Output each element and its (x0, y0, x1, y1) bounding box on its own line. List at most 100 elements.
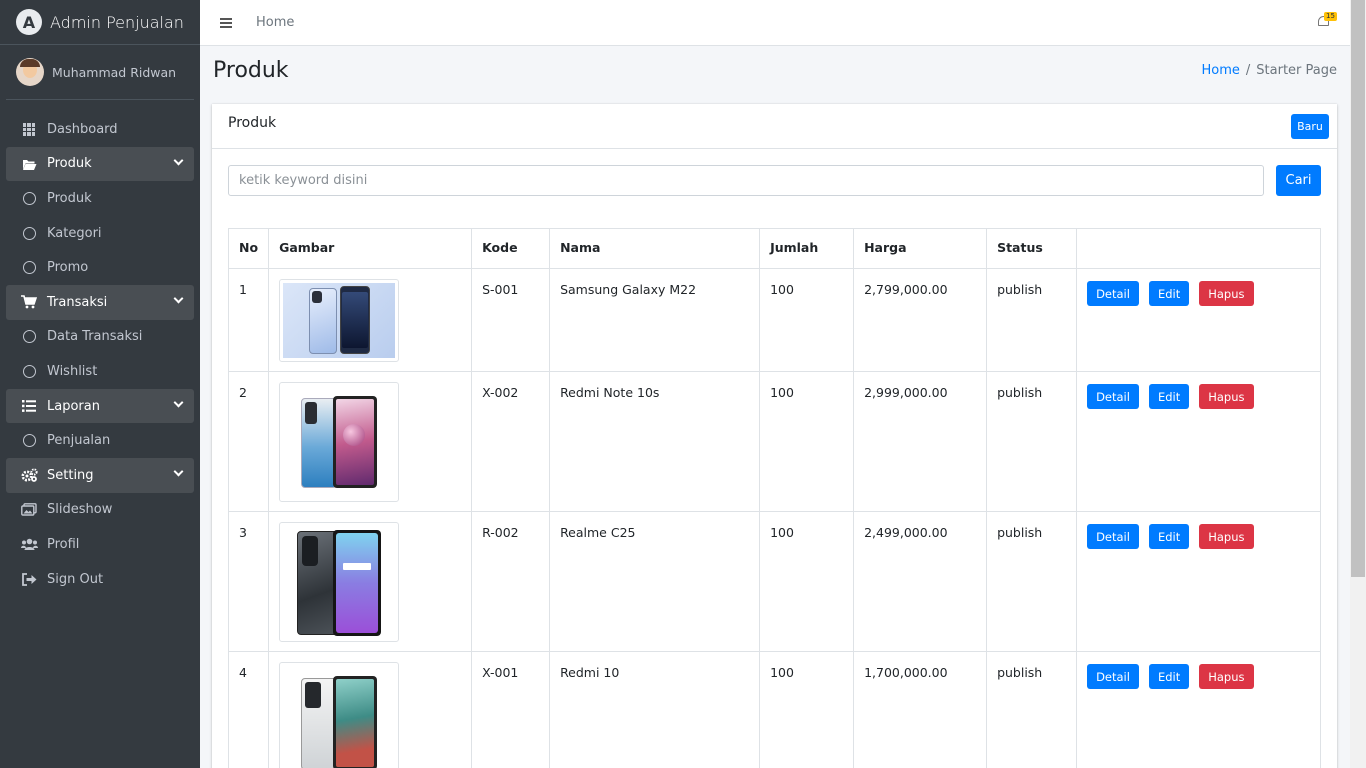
delete-button[interactable]: Hapus (1199, 281, 1254, 306)
chevron-down-icon (173, 293, 184, 304)
detail-button[interactable]: Detail (1087, 384, 1139, 409)
page-scrollbar[interactable] (1350, 0, 1366, 768)
new-product-button[interactable]: Baru (1291, 114, 1329, 139)
cell-no: 2 (227, 371, 270, 512)
cell-status: publish (986, 371, 1078, 512)
sidebar-item-label: Transaksi (47, 294, 108, 310)
cell-actions: Detail Edit Hapus (1076, 371, 1321, 512)
cell-no: 3 (227, 511, 270, 652)
cell-nama: Samsung Galaxy M22 (549, 268, 761, 372)
sidebar-item-label: Kategori (47, 225, 102, 241)
cell-no: 4 (227, 651, 270, 768)
column-header-harga: Harga (853, 228, 988, 269)
circle-icon (20, 330, 38, 344)
sidebar-item-label: Data Transaksi (47, 329, 143, 345)
edit-button[interactable]: Edit (1148, 664, 1190, 689)
cell-nama: Realme C25 (549, 511, 761, 652)
cell-gambar (268, 651, 473, 768)
sidebar-item-label: Sign Out (47, 571, 104, 587)
sidebar-item-penjualan[interactable]: Penjualan (6, 423, 194, 458)
produk-card: Produk Baru Cari No Gambar Kode Nama Jum… (212, 104, 1337, 768)
breadcrumb-current: Starter Page (1256, 63, 1337, 78)
gears-icon (20, 468, 38, 483)
detail-button[interactable]: Detail (1087, 664, 1139, 689)
images-icon (20, 503, 38, 517)
brand-name: Admin Penjualan (50, 12, 184, 32)
sidebar-item-slideshow[interactable]: Slideshow (6, 493, 194, 528)
sidebar-item-setting-group[interactable]: Setting (6, 457, 194, 493)
scrollbar-thumb[interactable] (1351, 0, 1365, 577)
sidebar-item-profil[interactable]: Profil (6, 527, 194, 562)
detail-button[interactable]: Detail (1087, 281, 1139, 306)
edit-button[interactable]: Edit (1148, 281, 1190, 306)
sign-out-icon (20, 572, 38, 586)
nav-home-link[interactable]: Home (256, 15, 294, 30)
sidebar-item-kategori[interactable]: Kategori (6, 216, 194, 251)
realme-c25-image (279, 522, 400, 642)
sidebar-item-produk[interactable]: Produk (6, 181, 194, 216)
circle-icon (20, 261, 38, 275)
sidebar-item-label: Promo (47, 260, 89, 276)
column-header-kode: Kode (471, 228, 551, 269)
user-name[interactable]: Muhammad Ridwan (52, 65, 176, 80)
cell-jumlah: 100 (759, 651, 855, 768)
list-icon (20, 400, 38, 412)
column-header-status: Status (986, 228, 1078, 269)
sidebar-nav: Dashboard Produk Produk Kategori Promo T… (0, 112, 200, 596)
cell-gambar (268, 371, 473, 512)
samsung-galaxy-m22-image (279, 279, 400, 362)
detail-button[interactable]: Detail (1087, 524, 1139, 549)
table-header-row: No Gambar Kode Nama Jumlah Harga Status (227, 228, 1321, 269)
edit-button[interactable]: Edit (1148, 384, 1190, 409)
chevron-down-icon (173, 155, 184, 166)
delete-button[interactable]: Hapus (1199, 384, 1254, 409)
brand-logo: A (16, 9, 42, 35)
sidebar-item-promo[interactable]: Promo (6, 250, 194, 285)
cell-kode: X-002 (471, 371, 551, 512)
content-header: Produk Home / Starter Page (213, 58, 1337, 94)
sidebar-item-laporan-group[interactable]: Laporan (6, 388, 194, 424)
search-button[interactable]: Cari (1276, 165, 1321, 196)
breadcrumb-home-link[interactable]: Home (1202, 63, 1240, 78)
brand[interactable]: A Admin Penjualan (0, 0, 200, 45)
cell-status: publish (986, 511, 1078, 652)
sidebar-item-label: Slideshow (47, 502, 113, 518)
cell-status: publish (986, 651, 1078, 768)
edit-button[interactable]: Edit (1148, 524, 1190, 549)
table-row: 4 X-001 Redmi 10 100 1,700,000.00 publis… (227, 651, 1321, 768)
sidebar-item-transaksi-group[interactable]: Transaksi (6, 284, 194, 320)
breadcrumb-separator: / (1245, 63, 1251, 78)
sidebar-item-label: Profil (47, 536, 80, 552)
sidebar-item-label: Wishlist (47, 363, 98, 379)
table-row: 2 X-002 Redmi Note 10s 100 2,999,000.00 … (227, 371, 1321, 512)
sidebar-item-label: Dashboard (47, 121, 118, 137)
cell-kode: R-002 (471, 511, 551, 652)
sidebar-item-data-transaksi[interactable]: Data Transaksi (6, 320, 194, 355)
grid-icon (20, 123, 38, 136)
hamburger-menu-icon[interactable] (220, 17, 232, 28)
sidebar-item-label: Penjualan (47, 433, 111, 449)
avatar (16, 58, 44, 86)
cell-harga: 2,799,000.00 (853, 268, 988, 372)
cell-actions: Detail Edit Hapus (1076, 268, 1321, 372)
redmi-note-10s-image (279, 382, 400, 502)
cell-gambar (268, 511, 473, 652)
column-header-actions (1076, 228, 1321, 269)
delete-button[interactable]: Hapus (1199, 664, 1254, 689)
cell-actions: Detail Edit Hapus (1076, 651, 1321, 768)
breadcrumb: Home / Starter Page (1202, 63, 1338, 78)
card-title: Produk (228, 115, 277, 131)
delete-button[interactable]: Hapus (1199, 524, 1254, 549)
cell-jumlah: 100 (759, 511, 855, 652)
notifications-button[interactable]: 15 (1317, 12, 1337, 29)
chevron-down-icon (173, 466, 184, 477)
sidebar-item-dashboard[interactable]: Dashboard (6, 112, 194, 147)
sidebar-item-produk-group[interactable]: Produk (6, 146, 194, 182)
cell-jumlah: 100 (759, 268, 855, 372)
sidebar-item-sign-out[interactable]: Sign Out (6, 562, 194, 597)
chevron-down-icon (173, 397, 184, 408)
sidebar-item-wishlist[interactable]: Wishlist (6, 354, 194, 389)
search-input[interactable] (228, 165, 1264, 196)
sidebar-item-label: Produk (47, 156, 92, 172)
user-panel[interactable]: Muhammad Ridwan (6, 45, 194, 100)
